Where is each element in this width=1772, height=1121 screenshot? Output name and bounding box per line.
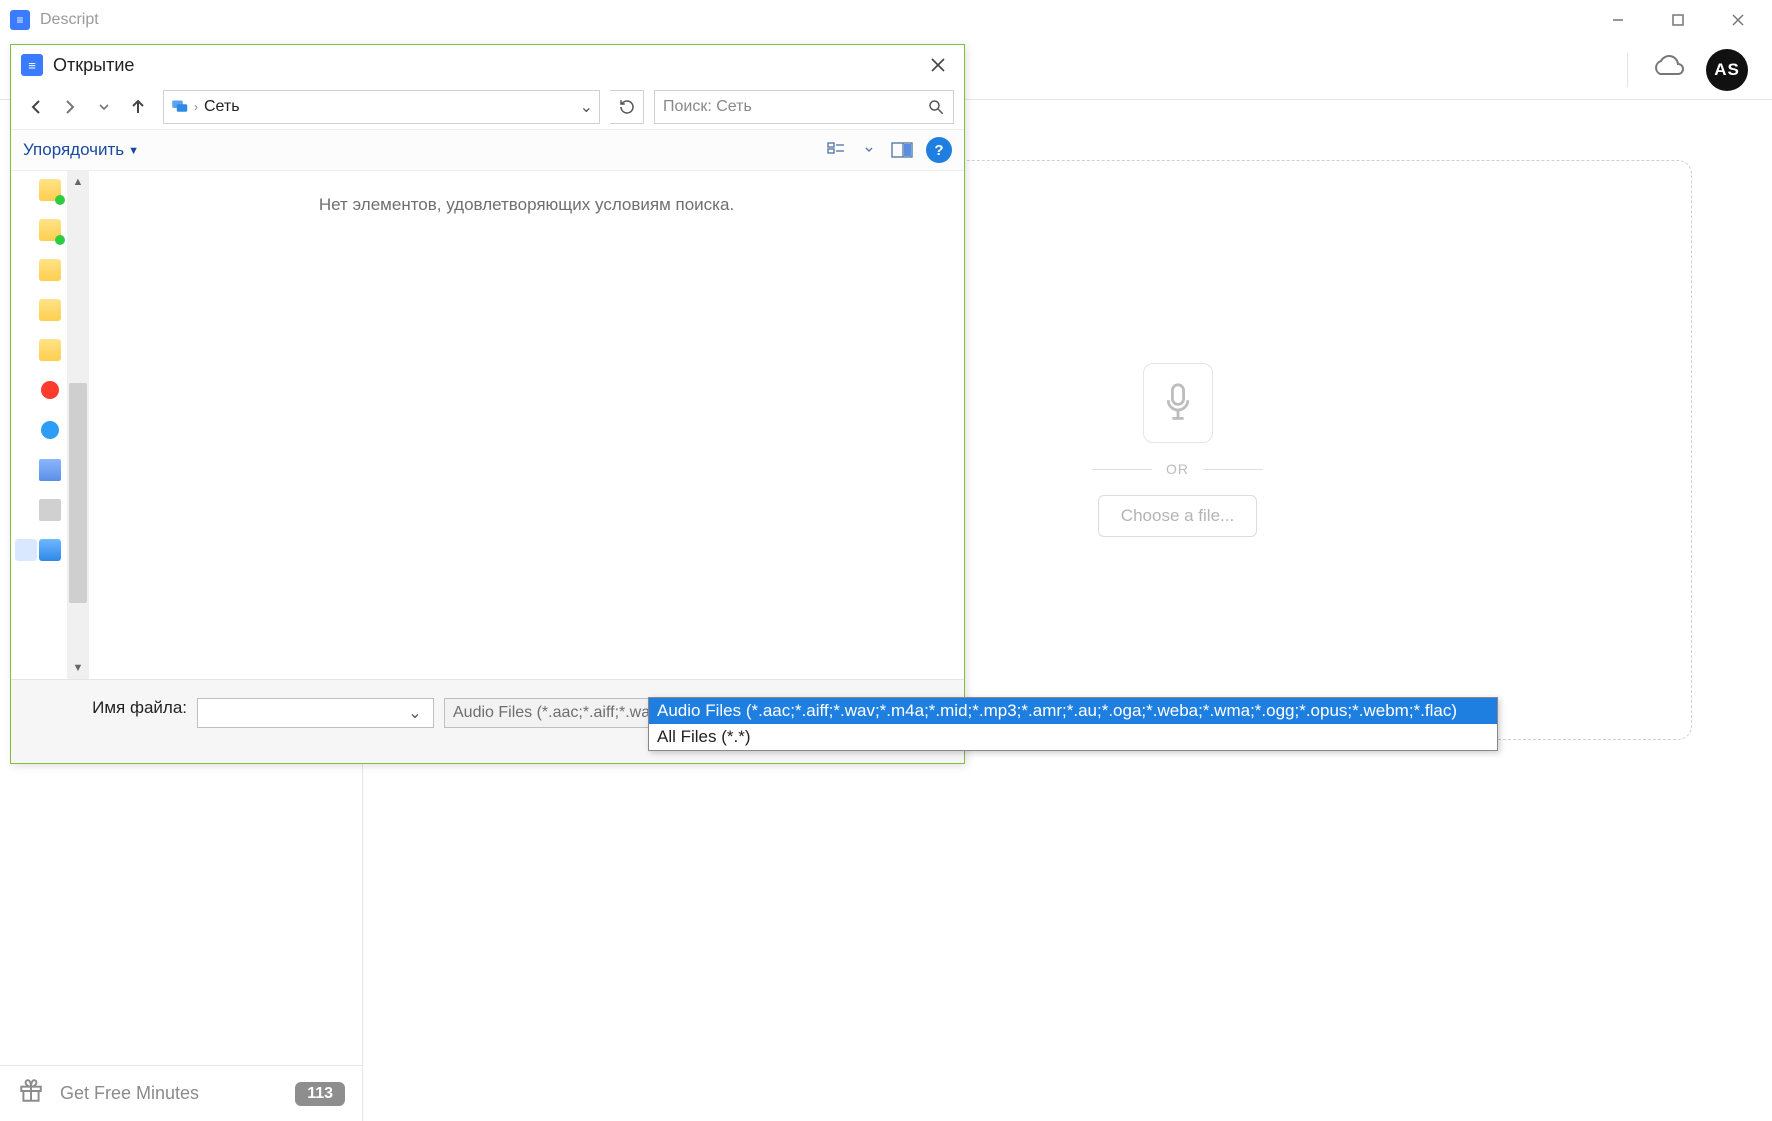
- tree-item[interactable]: [39, 459, 61, 481]
- chevron-right-icon: ›: [194, 100, 198, 114]
- breadcrumb[interactable]: › Сеть ⌄: [163, 90, 600, 124]
- file-open-dialog: ≡ Открытие › Сеть ⌄ Упорядочить: [10, 44, 965, 764]
- view-mode-button[interactable]: [820, 136, 852, 164]
- gift-icon: [18, 1078, 44, 1109]
- tree-item[interactable]: [39, 299, 61, 321]
- refresh-button[interactable]: [610, 90, 644, 124]
- empty-message: Нет элементов, удовлетворяющих условиям …: [319, 195, 734, 215]
- search-input[interactable]: [663, 98, 927, 116]
- dialog-toolbar: Упорядочить ▼ ?: [11, 129, 964, 171]
- filetype-option[interactable]: All Files (*.*): [649, 724, 1497, 750]
- dialog-title: Открытие: [53, 55, 134, 76]
- view-dropdown-button[interactable]: [860, 136, 878, 164]
- back-button[interactable]: [21, 92, 51, 122]
- preview-pane-button[interactable]: [886, 136, 918, 164]
- tree-item[interactable]: [39, 419, 61, 441]
- dialog-nav: › Сеть ⌄: [11, 85, 964, 129]
- breadcrumb-dropdown-icon[interactable]: ⌄: [580, 97, 593, 117]
- close-button[interactable]: [1708, 0, 1768, 40]
- help-button[interactable]: ?: [926, 137, 952, 163]
- avatar[interactable]: AS: [1706, 49, 1748, 91]
- footer-bar: Get Free Minutes 113: [0, 1065, 363, 1121]
- search-box[interactable]: [654, 90, 954, 124]
- file-list: Нет элементов, удовлетворяющих условиям …: [89, 171, 964, 679]
- minimize-button[interactable]: [1588, 0, 1648, 40]
- window-buttons: [1588, 0, 1768, 40]
- recent-dropdown-button[interactable]: [89, 92, 119, 122]
- forward-button[interactable]: [55, 92, 85, 122]
- caret-down-icon: ▼: [128, 145, 139, 157]
- organize-button[interactable]: Упорядочить ▼: [23, 140, 139, 160]
- app-icon: ≡: [10, 10, 30, 30]
- choose-file-button[interactable]: Choose a file...: [1098, 495, 1257, 537]
- cloud-icon[interactable]: [1650, 54, 1684, 85]
- filename-dropdown-icon[interactable]: ⌄: [403, 703, 427, 723]
- dialog-titlebar: ≡ Открытие: [11, 45, 964, 85]
- tree-item[interactable]: [39, 379, 61, 401]
- tree-scrollbar[interactable]: ▲ ▼: [67, 171, 89, 679]
- scroll-thumb[interactable]: [69, 383, 87, 603]
- tree-item[interactable]: [39, 499, 61, 521]
- titlebar: ≡ Descript: [0, 0, 1772, 40]
- microphone-icon: [1161, 382, 1195, 424]
- scroll-down-icon[interactable]: ▼: [67, 657, 89, 679]
- minutes-badge: 113: [295, 1082, 345, 1106]
- filetype-dropdown: Audio Files (*.aac;*.aiff;*.wav;*.m4a;*.…: [648, 697, 1498, 751]
- or-text: OR: [1166, 461, 1189, 477]
- filetype-option[interactable]: Audio Files (*.aac;*.aiff;*.wav;*.m4a;*.…: [649, 698, 1497, 724]
- tree-item[interactable]: [39, 179, 61, 201]
- organize-label: Упорядочить: [23, 140, 124, 160]
- filename-input[interactable]: [204, 705, 403, 722]
- or-separator: OR: [1092, 461, 1263, 477]
- scroll-up-icon[interactable]: ▲: [67, 171, 89, 193]
- up-button[interactable]: [123, 92, 153, 122]
- record-tile[interactable]: [1143, 363, 1213, 443]
- app-title: Descript: [40, 11, 1588, 29]
- header-divider: [1627, 53, 1628, 87]
- tree-item-network[interactable]: [39, 539, 61, 561]
- tree-item[interactable]: [39, 219, 61, 241]
- network-icon: [170, 96, 188, 119]
- filename-field[interactable]: ⌄: [197, 698, 434, 728]
- search-icon: [927, 98, 945, 116]
- tree-item[interactable]: [39, 259, 61, 281]
- free-minutes-label[interactable]: Get Free Minutes: [60, 1083, 199, 1104]
- dialog-close-button[interactable]: [920, 47, 956, 83]
- maximize-button[interactable]: [1648, 0, 1708, 40]
- location-label[interactable]: Сеть: [204, 98, 240, 116]
- tree-item[interactable]: [39, 339, 61, 361]
- nav-tree[interactable]: ▲ ▼: [11, 171, 89, 679]
- filename-label: Имя файла:: [92, 698, 187, 717]
- dialog-body: ▲ ▼ Нет элементов, удовлетворяющих услов…: [11, 171, 964, 679]
- dialog-app-icon: ≡: [21, 54, 43, 76]
